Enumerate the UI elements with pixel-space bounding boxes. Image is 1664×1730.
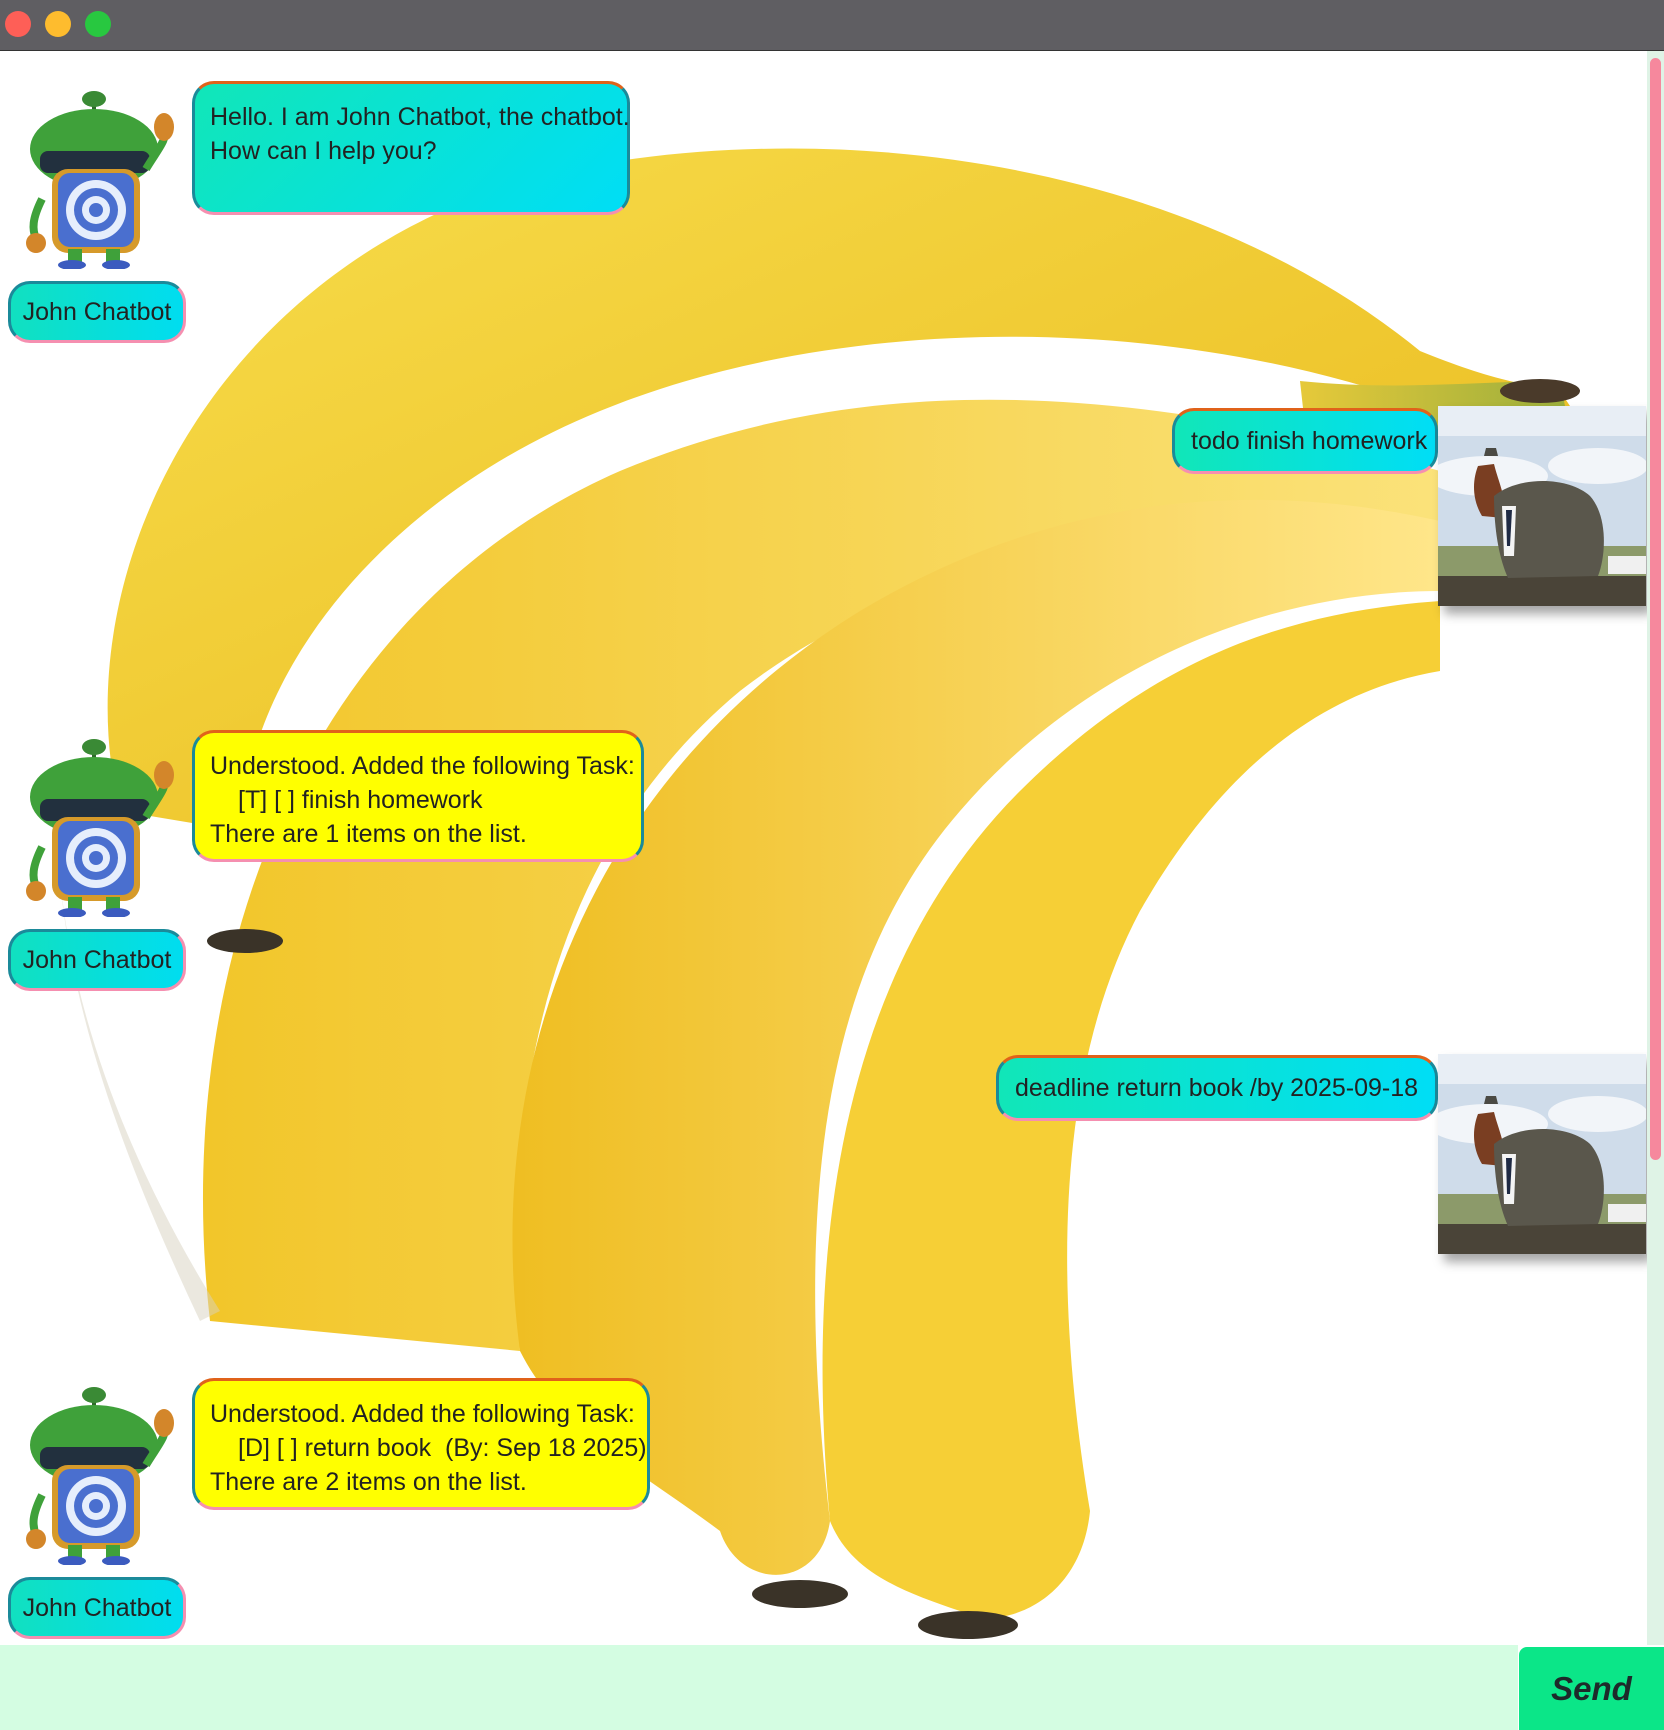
task-entry: [D] [ ] return book (By: Sep 18 2025) <box>238 1434 647 1462</box>
minimize-window-button[interactable] <box>45 11 71 37</box>
task-entry: [T] [ ] finish homework <box>238 786 483 814</box>
bot-message-bubble: Understood. Added the following Task: [D… <box>192 1378 650 1510</box>
bot-name-label: John Chatbot <box>8 929 186 991</box>
maximize-window-button[interactable] <box>85 11 111 37</box>
horse-in-suit-photo <box>1438 1054 1646 1254</box>
bot-avatar <box>18 89 178 270</box>
bot-message-line: Understood. Added the following Task: <box>210 752 635 780</box>
bot-message-line: There are 1 items on the list. <box>210 820 527 848</box>
bot-avatar <box>18 737 178 918</box>
close-window-button[interactable] <box>5 11 31 37</box>
bot-name-label: John Chatbot <box>8 281 186 343</box>
horse-in-suit-photo <box>1438 406 1646 606</box>
robot-icon <box>26 739 174 918</box>
scrollbar-thumb[interactable] <box>1650 58 1661 1160</box>
bot-avatar <box>18 1385 178 1566</box>
user-message-bubble: deadline return book /by 2025-09-18 <box>996 1055 1438 1121</box>
send-button[interactable]: Send <box>1519 1647 1664 1730</box>
robot-icon <box>26 1387 174 1566</box>
bot-message-line: Hello. I am John Chatbot, the chatbot. <box>210 103 630 131</box>
bot-name-label: John Chatbot <box>8 1577 186 1639</box>
bot-message-bubble: Understood. Added the following Task: [T… <box>192 730 644 862</box>
message-input[interactable] <box>0 1645 1518 1730</box>
window-titlebar <box>0 0 1664 51</box>
bot-message-line: How can I help you? <box>210 137 437 165</box>
bot-message-line: Understood. Added the following Task: <box>210 1400 635 1428</box>
user-avatar <box>1438 406 1646 606</box>
user-message-bubble: todo finish homework <box>1172 408 1438 474</box>
robot-icon <box>26 91 174 270</box>
bot-message-line: There are 2 items on the list. <box>210 1468 527 1496</box>
user-avatar <box>1438 1054 1646 1254</box>
chat-scroll-area[interactable]: Hello. I am John Chatbot, the chatbot. H… <box>0 51 1664 1645</box>
bot-message-bubble: Hello. I am John Chatbot, the chatbot. H… <box>192 81 630 215</box>
